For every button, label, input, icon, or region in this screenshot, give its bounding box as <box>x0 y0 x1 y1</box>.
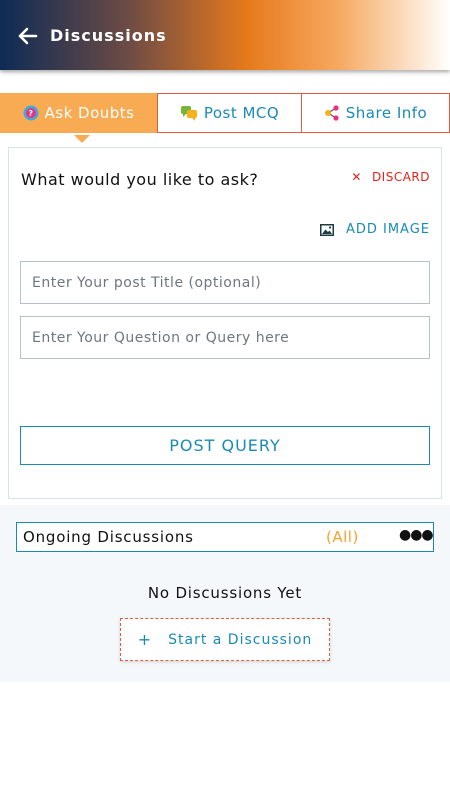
ask-heading: What would you like to ask? <box>21 170 259 189</box>
add-image-label: ADD IMAGE <box>345 222 430 237</box>
ask-card: What would you like to ask? ✕ DISCARD AD… <box>8 147 442 499</box>
start-discussion-label: Start a Discussion <box>168 631 313 648</box>
svg-text:?: ? <box>28 109 33 118</box>
tab-bar: ? Ask Doubts Post MCQ Share Info <box>0 93 450 135</box>
empty-state-text: No Discussions Yet <box>147 584 303 602</box>
chat-bubbles-icon <box>180 105 198 121</box>
post-query-button[interactable]: POST QUERY <box>20 426 430 465</box>
arrow-left-icon[interactable] <box>14 22 42 50</box>
start-discussion-button[interactable]: + Start a Discussion <box>120 618 330 661</box>
tab-share-info[interactable]: Share Info <box>301 93 450 133</box>
ongoing-discussions-bar: Ongoing Discussions (All) ●●● <box>16 522 434 552</box>
ongoing-section: Ongoing Discussions (All) ●●● No Discuss… <box>0 505 450 682</box>
image-icon <box>319 223 334 236</box>
add-image-button[interactable]: ADD IMAGE <box>319 222 430 237</box>
share-icon <box>324 105 340 121</box>
discard-label: DISCARD <box>371 170 430 184</box>
tab-post-mcq[interactable]: Post MCQ <box>157 93 302 133</box>
post-title-input[interactable] <box>20 261 430 304</box>
close-icon: ✕ <box>351 170 362 184</box>
ongoing-label: Ongoing Discussions <box>23 528 194 546</box>
question-input[interactable] <box>20 316 430 359</box>
tab-label: Post MCQ <box>203 104 280 122</box>
question-bubble-icon: ? <box>23 105 39 121</box>
tab-ask-doubts[interactable]: ? Ask Doubts <box>0 93 157 133</box>
filter-all-button[interactable]: (All) <box>326 528 359 546</box>
discard-button[interactable]: ✕ DISCARD <box>351 170 430 184</box>
active-tab-indicator <box>74 135 90 143</box>
page-title: Discussions <box>50 26 167 45</box>
tab-label: Ask Doubts <box>44 104 135 122</box>
tab-label: Share Info <box>345 104 428 122</box>
more-horizontal-icon[interactable]: ●●● <box>399 527 434 543</box>
app-bar: Discussions <box>0 0 450 70</box>
plus-icon: + <box>137 630 153 649</box>
